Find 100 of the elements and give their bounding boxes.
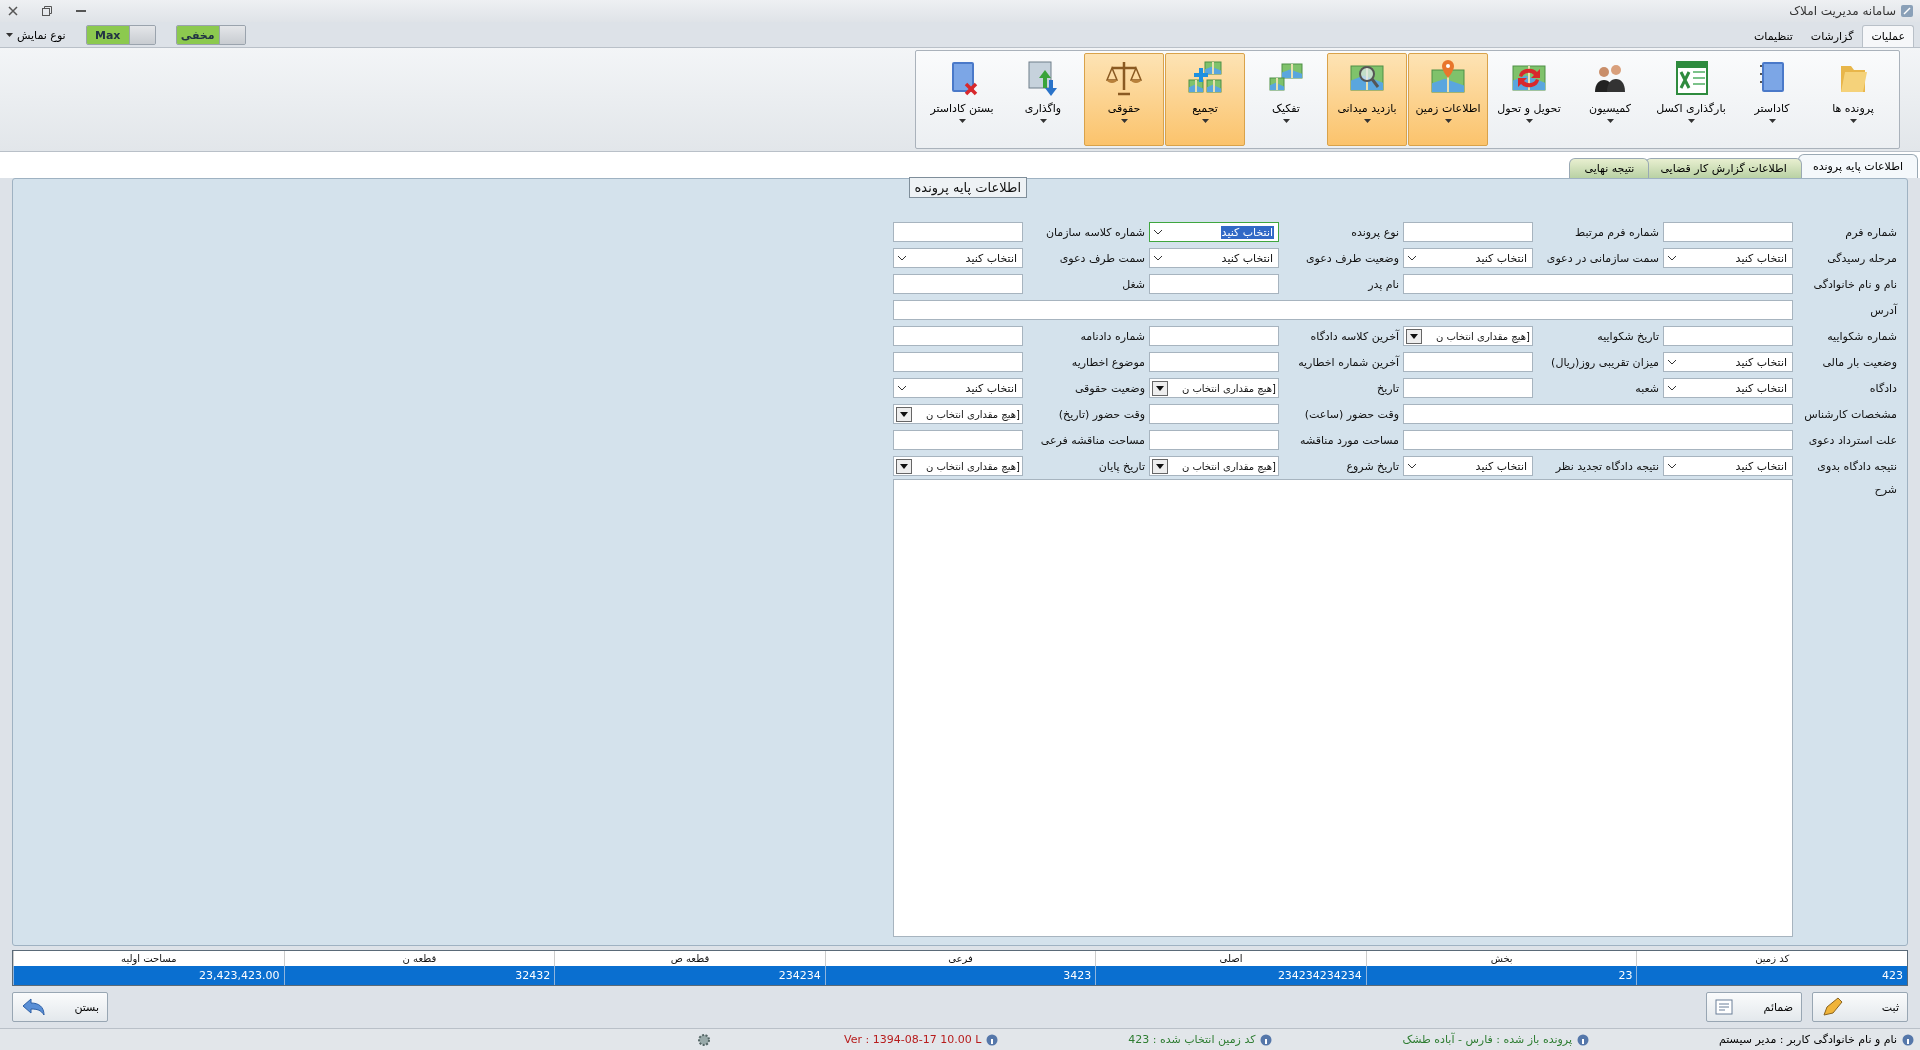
close-icon[interactable]	[8, 6, 18, 16]
close-button[interactable]: بستن	[12, 992, 108, 1022]
ribbon-button[interactable]: تحویل و تحول	[1489, 53, 1569, 146]
field-label: آخرین شماره اخطاریه	[1297, 355, 1399, 369]
input-field[interactable]	[1149, 352, 1279, 372]
dropdown[interactable]: انتخاب کنید	[1149, 248, 1279, 268]
ribbon-button[interactable]: حقوقی	[1084, 53, 1164, 146]
input-field[interactable]	[1403, 352, 1533, 372]
ribbon-button[interactable]: تفکیک	[1246, 53, 1326, 146]
input-field[interactable]	[1149, 430, 1279, 450]
dropdown-button[interactable]	[896, 406, 912, 422]
field-label: شرح	[1873, 482, 1897, 496]
field-label: مرحله رسیدگی	[1826, 251, 1897, 265]
ribbon-button[interactable]: بازدید میدانی	[1327, 53, 1407, 146]
dropdown[interactable]: انتخاب کنید	[893, 248, 1023, 268]
toggle-switch[interactable]: مخفی	[175, 25, 246, 45]
dropdown-button[interactable]	[1406, 328, 1422, 344]
dropdown-button[interactable]	[1152, 380, 1168, 396]
field-label: علت استرداد دعوی	[1807, 433, 1897, 447]
ribbon-button[interactable]: تجمیع	[1165, 53, 1245, 146]
restore-icon[interactable]	[42, 6, 52, 16]
field-label: وضعیت طرف دعوی	[1304, 251, 1399, 265]
input-field[interactable]	[893, 430, 1023, 450]
table-cell[interactable]: 3423	[824, 966, 1096, 985]
ribbon-button[interactable]: کاداستر	[1732, 53, 1812, 146]
menu-tab[interactable]: عملیات	[1862, 25, 1914, 47]
dropdown[interactable]: انتخاب کنید	[1149, 222, 1279, 242]
menu-tab[interactable]: تنظیمات	[1745, 25, 1802, 47]
minimize-icon[interactable]	[76, 9, 86, 13]
field-label: شغل	[1121, 277, 1145, 291]
field-label: تاریخ	[1376, 381, 1399, 395]
status-text: پرونده باز شده : فارس - آباده طشک	[1402, 1033, 1572, 1046]
info-icon	[1260, 1033, 1273, 1046]
field-label: آدرس	[1869, 303, 1897, 317]
caret-icon	[1120, 119, 1128, 123]
field-label: نوع پرونده	[1350, 225, 1399, 239]
dropdown[interactable]: انتخاب کنید	[1403, 456, 1533, 476]
page-tab[interactable]: اطلاعات پایه پرونده	[1797, 154, 1918, 178]
caret-icon	[1525, 119, 1533, 123]
table-cell[interactable]: 234234	[554, 966, 825, 985]
ribbon-button[interactable]: پرونده ها	[1813, 53, 1893, 146]
field-label: شماره شکواییه	[1826, 329, 1897, 343]
action-button[interactable]: ضمائم	[1706, 992, 1802, 1022]
date-picker[interactable]: [هیچ مقداری انتخاب ن	[1149, 378, 1279, 398]
table-cell[interactable]: 23	[1365, 966, 1637, 985]
input-field[interactable]	[893, 326, 1023, 346]
dropdown[interactable]: انتخاب کنید	[893, 378, 1023, 398]
input-field[interactable]	[1149, 404, 1279, 424]
ribbon-button[interactable]: بارگذاری اکسل	[1651, 53, 1731, 146]
table-cell[interactable]: 32432	[283, 966, 555, 985]
page-tab[interactable]: نتیجه نهایی	[1569, 158, 1650, 178]
input-field[interactable]	[1663, 326, 1793, 346]
input-field[interactable]	[893, 300, 1793, 320]
input-field[interactable]	[893, 222, 1023, 242]
table-cell[interactable]: 234234234234	[1095, 966, 1366, 985]
table-cell[interactable]: 423	[1636, 966, 1907, 985]
input-field[interactable]	[1403, 430, 1793, 450]
chevron-icon	[1154, 255, 1162, 261]
date-picker[interactable]: [هیچ مقداری انتخاب ن	[893, 456, 1023, 476]
input-field[interactable]	[893, 352, 1023, 372]
menu-tab[interactable]: گزارشات	[1801, 25, 1863, 47]
caret-icon	[6, 33, 13, 37]
chevron-icon	[1668, 255, 1676, 261]
ribbon-button[interactable]: اطلاعات زمین	[1408, 53, 1488, 146]
date-picker[interactable]: [هیچ مقداری انتخاب ن	[1149, 456, 1279, 476]
caret-icon	[1687, 119, 1695, 123]
input-field[interactable]	[1149, 274, 1279, 294]
chevron-icon	[1668, 385, 1676, 391]
field-label: نام پدر	[1366, 277, 1399, 291]
display-mode-menu[interactable]: نوع نمایش	[6, 28, 66, 42]
caret-icon	[1156, 463, 1164, 469]
dropdown-button[interactable]	[896, 458, 912, 474]
field-label: نتیجه دادگاه بدوی	[1816, 459, 1897, 473]
table-cell[interactable]: 23,423,423.00	[13, 966, 284, 985]
dropdown[interactable]: انتخاب کنید	[1663, 456, 1793, 476]
chevron-icon	[898, 385, 906, 391]
dropdown[interactable]: انتخاب کنید	[1663, 352, 1793, 372]
ribbon-button[interactable]: واگذاری	[1003, 53, 1083, 146]
ribbon-button[interactable]: کمیسیون	[1570, 53, 1650, 146]
field-label: مشخصات کارشناس	[1803, 407, 1897, 421]
input-field[interactable]	[1149, 326, 1279, 346]
input-field[interactable]	[893, 274, 1023, 294]
date-picker[interactable]: [هیچ مقداری انتخاب ن	[1403, 326, 1533, 346]
dropdown[interactable]: انتخاب کنید	[1663, 248, 1793, 268]
date-picker[interactable]: [هیچ مقداری انتخاب ن	[893, 404, 1023, 424]
input-field[interactable]	[1403, 222, 1533, 242]
input-field[interactable]	[1663, 222, 1793, 242]
input-field[interactable]	[1403, 404, 1793, 424]
dropdown-button[interactable]	[1152, 458, 1168, 474]
field-label: تاریخ پایان	[1097, 459, 1145, 473]
dropdown[interactable]: انتخاب کنید	[1403, 248, 1533, 268]
dropdown[interactable]: انتخاب کنید	[1663, 378, 1793, 398]
status-text: Ver : 1394-08-17 10.00 L	[844, 1033, 982, 1046]
toggle-switch[interactable]: Max	[85, 25, 156, 45]
field-label: شماره فرم مرتبط	[1574, 225, 1659, 239]
caret-icon	[1156, 385, 1164, 391]
input-field[interactable]	[1403, 378, 1533, 398]
ribbon-button[interactable]: بستن کاداستر	[922, 53, 1002, 146]
input-field[interactable]	[1403, 274, 1793, 294]
action-button[interactable]: ثبت	[1812, 992, 1908, 1022]
